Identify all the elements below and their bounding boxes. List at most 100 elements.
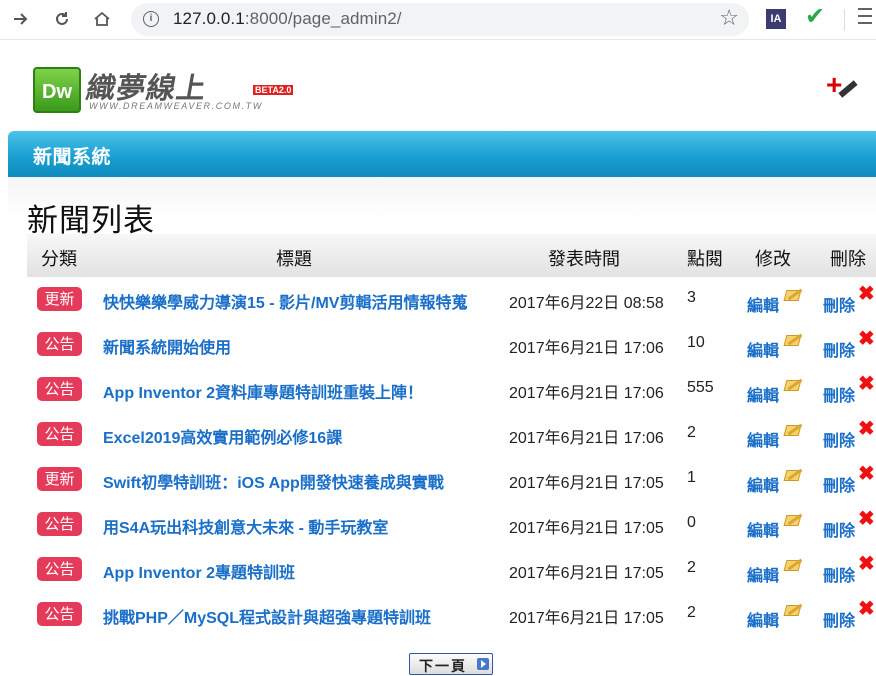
delete-icon[interactable]: ✖	[858, 509, 875, 529]
header-category: 分類	[41, 249, 77, 270]
delete-link[interactable]: 刪除	[823, 607, 855, 631]
click-count: 0	[687, 514, 696, 531]
next-page-label: 下一頁	[419, 659, 467, 675]
click-count: 555	[687, 379, 714, 396]
site-logo[interactable]: Dw 織夢線上 BETA2.0 WWW.DREAMWEAVER.COM.TW	[33, 67, 294, 113]
edit-icon[interactable]	[783, 557, 803, 573]
category-badge: 更新	[37, 287, 82, 311]
news-title-link[interactable]: App Inventor 2專題特訓班	[103, 559, 295, 583]
delete-icon[interactable]: ✖	[858, 284, 875, 304]
extension-check-icon[interactable]: ✔	[805, 2, 825, 30]
table-row: 公告 App Inventor 2專題特訓班 2017年6月21日 17:05 …	[27, 547, 876, 592]
publish-date: 2017年6月21日 17:05	[509, 520, 664, 537]
news-title-link[interactable]: Swift初學特訓班：iOS App開發快速養成與實戰	[103, 469, 444, 493]
publish-date: 2017年6月21日 17:05	[509, 475, 664, 492]
table-row: 更新 快快樂樂學威力導演15 - 影片/MV剪輯活用情報特蒐 2017年6月22…	[27, 277, 876, 322]
news-title-link[interactable]: App Inventor 2資料庫專題特訓班重裝上陣！	[103, 379, 423, 403]
table-row: 公告 用S4A玩出科技創意大未來 - 動手玩教室 2017年6月21日 17:0…	[27, 502, 876, 547]
publish-date: 2017年6月21日 17:05	[509, 610, 664, 627]
delete-link[interactable]: 刪除	[823, 292, 855, 316]
category-badge: 公告	[37, 512, 82, 536]
edit-link[interactable]: 編輯	[747, 472, 779, 496]
publish-date: 2017年6月22日 08:58	[509, 295, 664, 312]
address-bar[interactable]: i 127.0.0.1:8000/page_admin2/ ☆	[131, 3, 749, 36]
header-clicks: 點閱	[687, 249, 723, 270]
header-delete: 刪除	[830, 249, 866, 270]
edit-icon[interactable]	[783, 287, 803, 303]
toolbar-divider	[844, 9, 845, 31]
arrow-right-icon	[477, 658, 489, 670]
logo-beta-tag: BETA2.0	[253, 85, 294, 95]
browser-menu-icon[interactable]	[858, 8, 876, 29]
section-title: 新聞系統	[33, 146, 112, 168]
edit-icon[interactable]	[783, 512, 803, 528]
news-title-link[interactable]: 快快樂樂學威力導演15 - 影片/MV剪輯活用情報特蒐	[103, 289, 467, 313]
publish-date: 2017年6月21日 17:05	[509, 565, 664, 582]
category-badge: 公告	[37, 332, 82, 356]
site-info-icon[interactable]: i	[143, 11, 159, 27]
delete-icon[interactable]: ✖	[858, 464, 875, 484]
delete-icon[interactable]: ✖	[858, 329, 875, 349]
table-row: 公告 Excel2019高效實用範例必修16課 2017年6月21日 17:06…	[27, 412, 876, 457]
click-count: 2	[687, 424, 696, 441]
table-row: 公告 App Inventor 2資料庫專題特訓班重裝上陣！ 2017年6月21…	[27, 367, 876, 412]
delete-link[interactable]: 刪除	[823, 517, 855, 541]
add-news-icon[interactable]: +	[826, 71, 860, 108]
edit-link[interactable]: 編輯	[747, 607, 779, 631]
browser-toolbar: i 127.0.0.1:8000/page_admin2/ ☆ IA ✔	[0, 0, 876, 40]
category-badge: 公告	[37, 557, 82, 581]
edit-icon[interactable]	[783, 332, 803, 348]
click-count: 2	[687, 559, 696, 576]
delete-link[interactable]: 刪除	[823, 427, 855, 451]
publish-date: 2017年6月21日 17:06	[509, 340, 664, 357]
edit-link[interactable]: 編輯	[747, 382, 779, 406]
url-path: :8000/page_admin2/	[244, 9, 402, 28]
edit-icon[interactable]	[783, 422, 803, 438]
table-row: 公告 挑戰PHP／MySQL程式設計與超強專題特訓班 2017年6月21日 17…	[27, 592, 876, 637]
delete-link[interactable]: 刪除	[823, 472, 855, 496]
edit-icon[interactable]	[783, 602, 803, 618]
url-text[interactable]: 127.0.0.1:8000/page_admin2/	[173, 9, 402, 29]
click-count: 10	[687, 334, 705, 351]
section-title-bar: 新聞系統	[8, 131, 876, 177]
publish-date: 2017年6月21日 17:06	[509, 430, 664, 447]
edit-link[interactable]: 編輯	[747, 562, 779, 586]
delete-link[interactable]: 刪除	[823, 337, 855, 361]
news-title-link[interactable]: Excel2019高效實用範例必修16課	[103, 424, 342, 448]
category-badge: 更新	[37, 467, 82, 491]
header-date: 發表時間	[548, 249, 620, 270]
table-row: 更新 Swift初學特訓班：iOS App開發快速養成與實戰 2017年6月21…	[27, 457, 876, 502]
category-badge: 公告	[37, 377, 82, 401]
news-title-link[interactable]: 新聞系統開始使用	[103, 334, 231, 358]
home-icon[interactable]	[89, 6, 115, 32]
edit-link[interactable]: 編輯	[747, 517, 779, 541]
delete-link[interactable]: 刪除	[823, 562, 855, 586]
news-title-link[interactable]: 用S4A玩出科技創意大未來 - 動手玩教室	[103, 514, 388, 538]
edit-link[interactable]: 編輯	[747, 427, 779, 451]
news-title-link[interactable]: 挑戰PHP／MySQL程式設計與超強專題特訓班	[103, 604, 431, 628]
edit-icon[interactable]	[783, 377, 803, 393]
delete-link[interactable]: 刪除	[823, 382, 855, 406]
category-badge: 公告	[37, 422, 82, 446]
logo-wordmark: 織夢線上 BETA2.0 WWW.DREAMWEAVER.COM.TW	[84, 67, 294, 113]
logo-domain-text: WWW.DREAMWEAVER.COM.TW	[89, 101, 263, 111]
bookmark-star-icon[interactable]: ☆	[719, 6, 739, 31]
delete-icon[interactable]: ✖	[858, 554, 875, 574]
header-edit: 修改	[755, 249, 791, 270]
reload-icon[interactable]	[49, 6, 75, 32]
edit-icon[interactable]	[783, 467, 803, 483]
url-host: 127.0.0.1	[173, 9, 245, 28]
click-count: 1	[687, 469, 696, 486]
click-count: 2	[687, 604, 696, 621]
category-badge: 公告	[37, 602, 82, 626]
delete-icon[interactable]: ✖	[858, 599, 875, 619]
delete-icon[interactable]: ✖	[858, 374, 875, 394]
edit-link[interactable]: 編輯	[747, 337, 779, 361]
forward-icon[interactable]	[8, 6, 34, 32]
delete-icon[interactable]: ✖	[858, 419, 875, 439]
table-row: 公告 新聞系統開始使用 2017年6月21日 17:06 10 編輯 刪除 ✖	[27, 322, 876, 367]
table-header: 分類 標題 發表時間 點閱 修改 刪除	[27, 234, 876, 277]
edit-link[interactable]: 編輯	[747, 292, 779, 316]
extension-ia-icon[interactable]: IA	[766, 9, 786, 29]
click-count: 3	[687, 289, 696, 306]
